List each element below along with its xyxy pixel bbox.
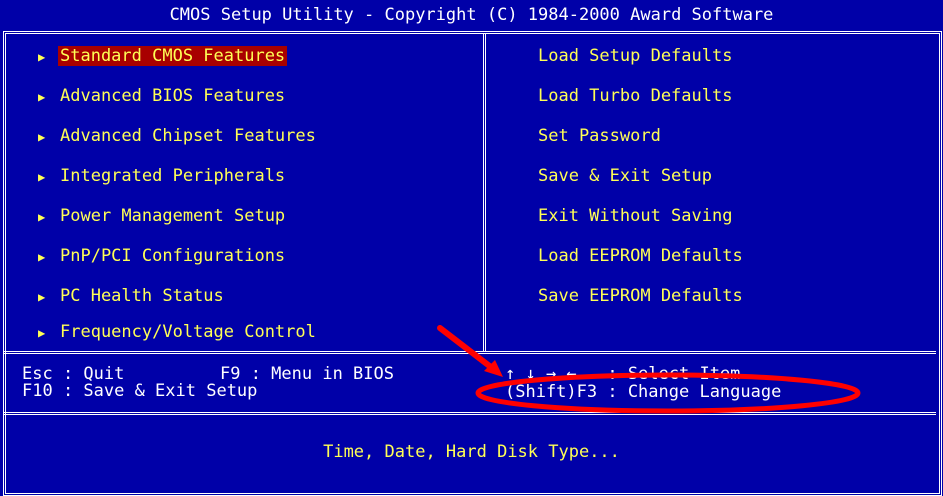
- menu-item-label: Load Turbo Defaults: [538, 86, 733, 106]
- menu-item-label: Standard CMOS Features: [58, 46, 288, 66]
- menu-item-label: Advanced BIOS Features: [60, 86, 286, 106]
- bios-screen: CMOS Setup Utility - Copyright (C) 1984-…: [0, 0, 943, 496]
- help-change-language: (Shift)F3 : Change Language: [505, 382, 782, 402]
- menu-item-label: Save EEPROM Defaults: [538, 286, 743, 306]
- menu-item-power-management-setup[interactable]: ▶ Power Management Setup: [38, 204, 285, 228]
- submenu-arrow-icon: ▶: [38, 170, 46, 184]
- menu-item-label: PnP/PCI Configurations: [60, 246, 286, 266]
- menu-item-label: Exit Without Saving: [538, 206, 733, 226]
- description-divider: [3, 412, 936, 415]
- submenu-arrow-icon: ▶: [38, 290, 46, 304]
- menu-item-label: Frequency/Voltage Control: [60, 322, 316, 342]
- menu-item-label: Advanced Chipset Features: [60, 126, 316, 146]
- menu-item-load-eeprom-defaults[interactable]: Load EEPROM Defaults: [538, 244, 743, 268]
- menu-item-label: Set Password: [538, 126, 661, 146]
- menu-item-integrated-peripherals[interactable]: ▶ Integrated Peripherals: [38, 164, 285, 188]
- menu-item-load-setup-defaults[interactable]: Load Setup Defaults: [538, 44, 732, 68]
- menu-item-pnp-pci-configurations[interactable]: ▶ PnP/PCI Configurations: [38, 244, 285, 268]
- submenu-arrow-icon: ▶: [38, 326, 46, 340]
- menu-item-label: Integrated Peripherals: [60, 166, 286, 186]
- submenu-arrow-icon: ▶: [38, 130, 46, 144]
- help-f10-save-exit: F10 : Save & Exit Setup: [22, 381, 258, 401]
- submenu-arrow-icon: ▶: [38, 90, 46, 104]
- menu-item-label: Load EEPROM Defaults: [538, 246, 743, 266]
- menu-item-exit-without-saving[interactable]: Exit Without Saving: [538, 204, 732, 228]
- menu-item-load-turbo-defaults[interactable]: Load Turbo Defaults: [538, 84, 732, 108]
- menu-item-label: Save & Exit Setup: [538, 166, 712, 186]
- menu-item-advanced-chipset-features[interactable]: ▶ Advanced Chipset Features: [38, 124, 316, 148]
- menu-item-label: PC Health Status: [60, 286, 224, 306]
- column-divider: [483, 34, 486, 352]
- menu-item-frequency-voltage-control[interactable]: ▶ Frequency/Voltage Control: [38, 320, 316, 344]
- menu-item-standard-cmos-features[interactable]: ▶ Standard CMOS Features: [38, 44, 288, 68]
- menu-item-pc-health-status[interactable]: ▶ PC Health Status: [38, 284, 224, 308]
- item-description: Time, Date, Hard Disk Type...: [323, 442, 620, 462]
- menu-item-advanced-bios-features[interactable]: ▶ Advanced BIOS Features: [38, 84, 285, 108]
- submenu-arrow-icon: ▶: [38, 50, 46, 64]
- menu-item-label: Power Management Setup: [60, 206, 286, 226]
- menu-item-label: Load Setup Defaults: [538, 46, 733, 66]
- help-divider: [3, 351, 936, 354]
- menu-item-save-eeprom-defaults[interactable]: Save EEPROM Defaults: [538, 284, 743, 308]
- help-select-item: ↑ ↓ → ← : Select Item: [505, 364, 741, 384]
- title-bar: CMOS Setup Utility - Copyright (C) 1984-…: [169, 5, 774, 25]
- menu-item-set-password[interactable]: Set Password: [538, 124, 661, 148]
- submenu-arrow-icon: ▶: [38, 210, 46, 224]
- submenu-arrow-icon: ▶: [38, 250, 46, 264]
- menu-item-save-exit-setup[interactable]: Save & Exit Setup: [538, 164, 712, 188]
